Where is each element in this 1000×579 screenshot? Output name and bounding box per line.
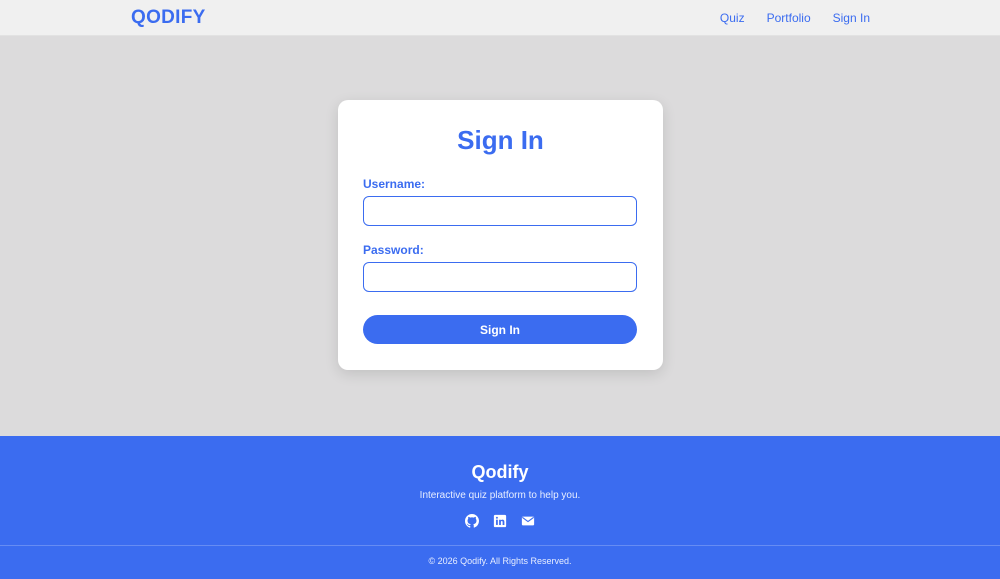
email-icon[interactable] (521, 514, 535, 528)
navbar: QODIFY Quiz Portfolio Sign In (0, 0, 1000, 36)
brand-logo[interactable]: QODIFY (131, 7, 206, 29)
username-label: Username: (363, 177, 426, 191)
password-label: Password: (363, 243, 424, 257)
footer: Qodify Interactive quiz platform to help… (0, 436, 1000, 579)
signin-card: Sign In Username: Password: Sign In (338, 100, 663, 370)
nav-link-signin[interactable]: Sign In (833, 11, 870, 25)
footer-tagline: Interactive quiz platform to help you. (419, 490, 581, 501)
github-icon[interactable] (465, 514, 479, 528)
signin-title: Sign In (457, 125, 544, 155)
footer-divider (0, 545, 1000, 546)
nav-link-portfolio[interactable]: Portfolio (767, 11, 811, 25)
nav-links: Quiz Portfolio Sign In (698, 11, 870, 25)
main-content: Sign In Username: Password: Sign In (0, 36, 1000, 436)
footer-copyright: © 2026 Qodify. All Rights Reserved. (428, 556, 572, 566)
password-input[interactable] (363, 262, 637, 292)
footer-title: Qodify (471, 462, 529, 482)
footer-social-icons (0, 514, 1000, 528)
nav-link-quiz[interactable]: Quiz (720, 11, 745, 25)
username-input[interactable] (363, 196, 637, 226)
linkedin-icon[interactable] (493, 514, 507, 528)
signin-button[interactable]: Sign In (363, 315, 637, 344)
